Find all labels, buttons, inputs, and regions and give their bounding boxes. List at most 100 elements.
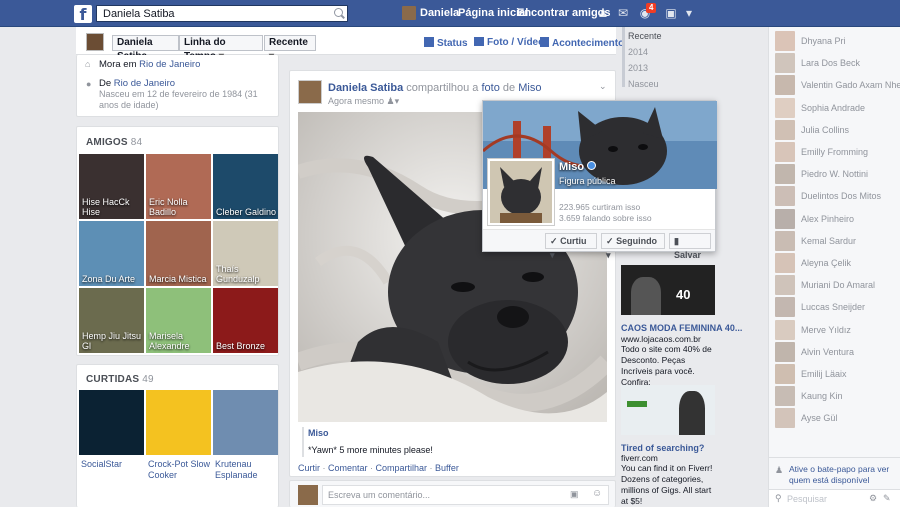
post-options-chevron-icon[interactable]: ⌄ (599, 81, 607, 92)
camera-icon[interactable]: ▣ (570, 489, 579, 500)
check-icon: ✓ (550, 236, 558, 246)
lives-city-link[interactable]: Rio de Janeiro (139, 59, 200, 70)
search-input[interactable]: Daniela Satiba (96, 5, 348, 22)
chat-contact[interactable]: Alvin Ventura (775, 341, 899, 362)
page-name[interactable]: Miso (559, 161, 597, 173)
ad-image-caos[interactable]: 40 (621, 265, 715, 315)
chat-contact[interactable]: Sophia Andrade (775, 97, 899, 118)
facebook-logo-icon[interactable]: f (74, 5, 92, 24)
contact-name: Sophia Andrade (801, 102, 866, 113)
timeline-year[interactable]: 2013 (628, 63, 648, 73)
chat-contact[interactable]: Lara Dos Beck (775, 53, 899, 74)
enable-chat-link[interactable]: Ative o bate-papo para ver quem está dis… (789, 464, 889, 485)
friend-tile[interactable]: Cleber Galdino (213, 154, 278, 219)
chat-contact[interactable]: Emilly Fromming (775, 142, 899, 162)
save-button[interactable]: ▮ Salvar (669, 233, 711, 260)
page-profile-picture[interactable] (487, 158, 555, 226)
following-button[interactable]: ✓ Seguindo ▾ (601, 233, 665, 260)
contact-avatar (775, 364, 795, 384)
friend-tile[interactable]: Marisela Alexandre (146, 288, 211, 353)
likes-heading[interactable]: CURTIDAS 49 (86, 374, 154, 385)
post-action-curtir[interactable]: Curtir (298, 463, 320, 473)
friend-tile[interactable]: Hise HacCk Hise (79, 154, 144, 219)
chat-contact[interactable]: Muriani Do Amaral (775, 275, 899, 296)
life-event-action[interactable]: Acontecimento (540, 37, 624, 49)
post-action-compartilhar[interactable]: Compartilhar (376, 463, 428, 473)
privacy-lock-icon[interactable]: ▣ (664, 7, 678, 20)
author-avatar[interactable] (298, 80, 322, 104)
from-city-link[interactable]: Rio de Janeiro (114, 78, 175, 89)
chat-contact[interactable]: Luccas Sneijder (775, 297, 899, 318)
recent-dropdown[interactable]: Recente ▾ (264, 35, 316, 62)
friend-tile[interactable]: Hemp Jiu Jitsu Gl (79, 288, 144, 353)
chat-contact[interactable]: Kaung Kin (775, 386, 899, 407)
profile-thumb-avatar[interactable] (86, 33, 104, 51)
contact-avatar (775, 408, 795, 429)
chat-contact[interactable]: Duelintos Dos Mitos (775, 186, 899, 207)
commenter-avatar (298, 485, 318, 505)
pencil-icon (424, 37, 434, 47)
post-action-comentar[interactable]: Comentar (328, 463, 368, 473)
friends-heading[interactable]: AMIGOS 84 (86, 137, 142, 148)
ad-title-caos[interactable]: CAOS MODA FEMININA 40... (621, 323, 742, 333)
chat-contact[interactable]: Dhyana Pri (775, 31, 899, 51)
friend-tile[interactable]: Marcia Mistica (146, 221, 211, 286)
enable-chat-text[interactable]: Ative o bate-papo para ver quem está dis… (789, 464, 899, 486)
post-action-buffer[interactable]: Buffer (435, 463, 459, 473)
messages-icon[interactable]: ✉ (616, 7, 630, 20)
ad-title-fiverr[interactable]: Tired of searching? (621, 443, 704, 453)
post-time-label: Agora mesmo (328, 96, 385, 106)
settings-chevron-down-icon[interactable]: ▾ (682, 7, 696, 20)
liked-button[interactable]: ✓ Curtiu ▾ (545, 233, 597, 260)
liked-page-image[interactable] (146, 390, 211, 455)
home-pin-icon: ⌂ (85, 59, 91, 69)
timeline-dropdown[interactable]: Linha do Tempo ▾ (179, 35, 263, 62)
page-likes-count: 223.965 curtiram isso (559, 202, 641, 212)
status-action[interactable]: Status (424, 37, 468, 49)
timeline-year[interactable]: 2014 (628, 47, 648, 57)
liked-page-image[interactable] (79, 390, 144, 455)
friend-requests-icon[interactable]: ♟ (596, 7, 610, 20)
ad-image-fiverr[interactable] (621, 385, 715, 435)
chat-contact[interactable]: Piedro W. Nottini (775, 164, 899, 185)
chat-compose-icon[interactable]: ✎ (883, 493, 891, 504)
page-link[interactable]: Miso (518, 82, 541, 94)
liked-page-image[interactable] (213, 390, 278, 455)
chat-settings-gear-icon[interactable]: ⚙ (869, 493, 877, 504)
caption-page-link[interactable]: Miso (308, 428, 329, 438)
photo-link[interactable]: foto (481, 82, 499, 94)
friend-tile[interactable]: Thaís Gunduzalp (213, 221, 278, 286)
chat-contact[interactable]: Emilij Läaix (775, 364, 899, 384)
friend-name: Best Bronze (216, 341, 266, 351)
emoji-icon[interactable]: ☺ (592, 488, 602, 499)
chat-contact[interactable]: Julia Collins (775, 119, 899, 140)
friends-count: 84 (130, 137, 143, 148)
post-time[interactable]: Agora mesmo ♟▾ (328, 96, 399, 107)
timeline-year[interactable]: Recente (628, 31, 662, 41)
chat-contact[interactable]: Aleyna Çelik (775, 253, 899, 273)
chat-divider (769, 457, 900, 458)
profile-name-pill[interactable]: Daniela Satiba (112, 35, 179, 62)
chat-search-input[interactable]: Pesquisar (787, 494, 827, 504)
profile-link[interactable]: Daniela (420, 0, 459, 27)
liked-page-name[interactable]: Crock-Pot Slow Cooker (148, 459, 218, 481)
contact-avatar (775, 53, 795, 74)
friend-tile[interactable]: Zona Du Arte (79, 221, 144, 286)
chat-contact[interactable]: Alex Pinheiro (775, 208, 899, 229)
camera-icon (474, 37, 484, 46)
search-icon[interactable] (334, 8, 343, 17)
contact-avatar (775, 253, 795, 273)
photo-video-action[interactable]: Foto / Vídeo (474, 37, 544, 48)
chat-contact[interactable]: Kemal Sardur (775, 230, 899, 251)
friend-tile[interactable]: Eric Nolla Badillo (146, 154, 211, 219)
user-avatar[interactable] (402, 6, 416, 20)
chat-contact[interactable]: Ayse Gül (775, 408, 899, 429)
comment-input[interactable]: Escreva um comentário... (322, 485, 609, 505)
chat-contact[interactable]: Valentin Gado Axam Nhetz (775, 75, 900, 96)
timeline-year[interactable]: Nasceu (628, 79, 659, 89)
chat-contact[interactable]: Merve Yıldız (775, 319, 899, 340)
liked-page-name[interactable]: Krutenau Esplanade (215, 459, 285, 481)
liked-page-name[interactable]: SocialStar (81, 459, 151, 470)
friend-tile[interactable]: Best Bronze (213, 288, 278, 353)
author-link[interactable]: Daniela Satiba (328, 82, 403, 94)
